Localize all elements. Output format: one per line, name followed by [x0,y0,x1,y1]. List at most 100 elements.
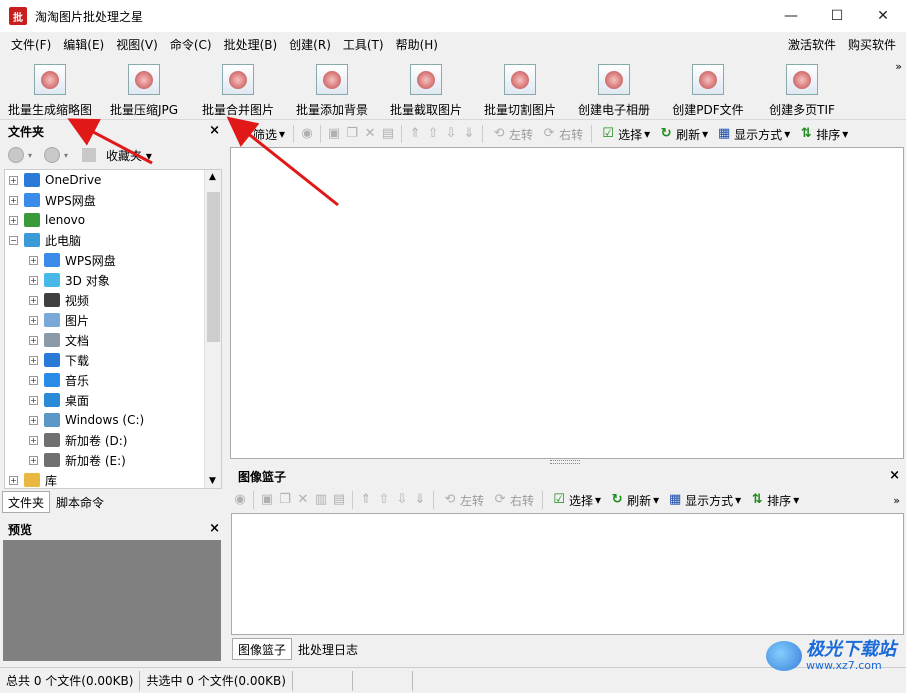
batch-background-button[interactable]: 批量添加背景 [292,60,372,118]
expand-icon[interactable]: + [9,175,18,185]
menu-command[interactable]: 命令(C) [164,32,218,58]
tree-item[interactable]: + 桌面 [29,390,89,410]
batch-compress-jpg-button[interactable]: 批量压缩JPG [104,60,184,118]
tree-item[interactable]: + 文档 [29,330,89,350]
tree-item[interactable]: + WPS网盘 [9,190,96,210]
expand-icon[interactable]: + [29,395,38,405]
create-album-button[interactable]: 创建电子相册 [574,60,654,118]
tree-item[interactable]: +3D 对象 [29,270,110,290]
preview-pane-close-icon[interactable]: × [209,521,220,536]
menu-create[interactable]: 创建(R) [283,32,337,58]
tree-item[interactable]: + 视频 [29,290,89,310]
basket-rotate-right-button[interactable]: ⟳ 右转 [489,492,537,509]
expand-icon[interactable]: + [9,215,18,225]
save-icon[interactable]: ▣ [326,126,342,142]
move-down-icon[interactable]: ⇩ [443,126,459,142]
menu-view[interactable]: 视图(V) [110,32,164,58]
folder-up-icon[interactable] [82,148,97,162]
expand-icon[interactable]: + [29,315,38,325]
expand-icon[interactable]: + [29,415,38,425]
menu-help[interactable]: 帮助(H) [390,32,444,58]
toolbar-overflow-icon[interactable]: » [895,60,902,73]
basket-overflow-icon[interactable]: » [893,494,900,507]
menu-edit[interactable]: 编辑(E) [57,32,110,58]
trash-icon[interactable]: ▤ [331,492,347,508]
create-tif-button[interactable]: 创建多页TIF [762,60,842,118]
activate-software-link[interactable]: 激活软件 [782,32,842,58]
favorites-dropdown[interactable]: 收藏夹 ▾ [106,147,152,164]
move-top-icon[interactable]: ⇑ [358,492,374,508]
refresh-button[interactable]: ↻ 刷新 ▾ [655,126,711,143]
tree-item[interactable]: + 图片 [29,310,89,330]
expand-icon[interactable]: + [29,375,38,385]
batch-split-button[interactable]: 批量切割图片 [480,60,560,118]
tree-item[interactable]: + 音乐 [29,370,89,390]
tree-item[interactable]: − 此电脑 [9,230,81,250]
basket-close-icon[interactable]: × [889,468,900,483]
clear-icon[interactable]: ▥ [313,492,329,508]
expand-icon[interactable]: + [29,335,38,345]
copy-icon[interactable]: ❐ [277,492,293,508]
tree-item[interactable]: + 新加卷 (D:) [29,430,127,450]
tree-item[interactable]: + lenovo [9,210,85,230]
batch-crop-button[interactable]: 批量截取图片 [386,60,466,118]
expand-icon[interactable]: + [29,435,38,445]
move-bottom-icon[interactable]: ⇓ [412,492,428,508]
move-down-icon[interactable]: ⇩ [394,492,410,508]
tab-folders[interactable]: 文件夹 [2,491,51,513]
menu-tools[interactable]: 工具(T) [337,32,390,58]
menu-batch[interactable]: 批处理(B) [218,32,284,58]
forward-icon[interactable] [44,147,61,163]
select-button[interactable]: ☑ 选择 ▾ [597,126,653,143]
file-thumbnail-view[interactable] [230,147,904,459]
expand-icon[interactable]: + [29,295,38,305]
splitter-grip[interactable] [550,460,580,464]
basket-rotate-left-button[interactable]: ⟲ 左转 [439,492,487,509]
tab-image-basket[interactable]: 图像篮子 [232,638,293,660]
scrollbar-thumb[interactable] [207,192,220,342]
expand-icon[interactable]: + [29,275,38,285]
copy-icon[interactable]: ❐ [344,126,360,142]
folder-pane-close-icon[interactable]: × [209,123,220,138]
display-mode-button[interactable]: ▦ 显示方式 ▾ [713,126,793,143]
rotate-left-button[interactable]: ⟲ 左转 [488,126,536,143]
create-pdf-button[interactable]: 创建PDF文件 [668,60,748,118]
tree-item[interactable]: + 新加卷 (E:) [29,450,126,470]
tree-item[interactable]: + Windows (C:) [29,410,144,430]
filter-button[interactable]: ⊕ 筛选 ▾ [232,126,288,143]
rotate-right-button[interactable]: ⟳ 右转 [538,126,586,143]
basket-select-button[interactable]: ☑ 选择 ▾ [548,492,604,509]
basket-refresh-button[interactable]: ↻ 刷新 ▾ [606,492,662,509]
tree-item[interactable]: + OneDrive [9,170,101,190]
back-icon[interactable] [8,147,24,163]
sort-button[interactable]: ⇅ 排序 ▾ [795,126,851,143]
batch-merge-button[interactable]: 批量合并图片 [198,60,278,118]
buy-software-link[interactable]: 购买软件 [842,32,902,58]
eye-icon[interactable]: ◉ [232,492,248,508]
tab-script-commands[interactable]: 脚本命令 [50,491,110,513]
tree-scrollbar[interactable]: ▲ ▼ [204,170,221,488]
expand-icon[interactable]: + [29,255,38,265]
basket-sort-button[interactable]: ⇅ 排序 ▾ [746,492,802,509]
delete-icon[interactable]: ✕ [295,492,311,508]
tree-item[interactable]: + 库 [9,470,57,488]
move-up-icon[interactable]: ⇧ [376,492,392,508]
folder-tree[interactable]: ▲ ▼ + OneDrive + WPS网盘 + lenovo − 此电脑 + WPS网盘 +3D … [4,169,222,489]
expand-icon[interactable]: + [29,355,38,365]
image-basket-view[interactable] [231,513,904,635]
tab-batch-log[interactable]: 批处理日志 [292,638,364,660]
menu-file[interactable]: 文件(F) [5,32,57,58]
minimize-button[interactable]: — [768,0,814,32]
close-button[interactable]: ✕ [860,0,906,32]
move-top-icon[interactable]: ⇑ [407,126,423,142]
tree-item[interactable]: + WPS网盘 [29,250,116,270]
move-up-icon[interactable]: ⇧ [425,126,441,142]
basket-display-mode-button[interactable]: ▦ 显示方式 ▾ [664,492,744,509]
expand-icon[interactable]: + [9,475,18,485]
eye-icon[interactable]: ◉ [299,126,315,142]
tree-item[interactable]: + 下载 [29,350,89,370]
delete-icon[interactable]: ✕ [362,126,378,142]
batch-thumbnail-button[interactable]: 批量生成缩略图 [6,60,94,118]
move-bottom-icon[interactable]: ⇓ [461,126,477,142]
expand-icon[interactable]: + [9,195,18,205]
